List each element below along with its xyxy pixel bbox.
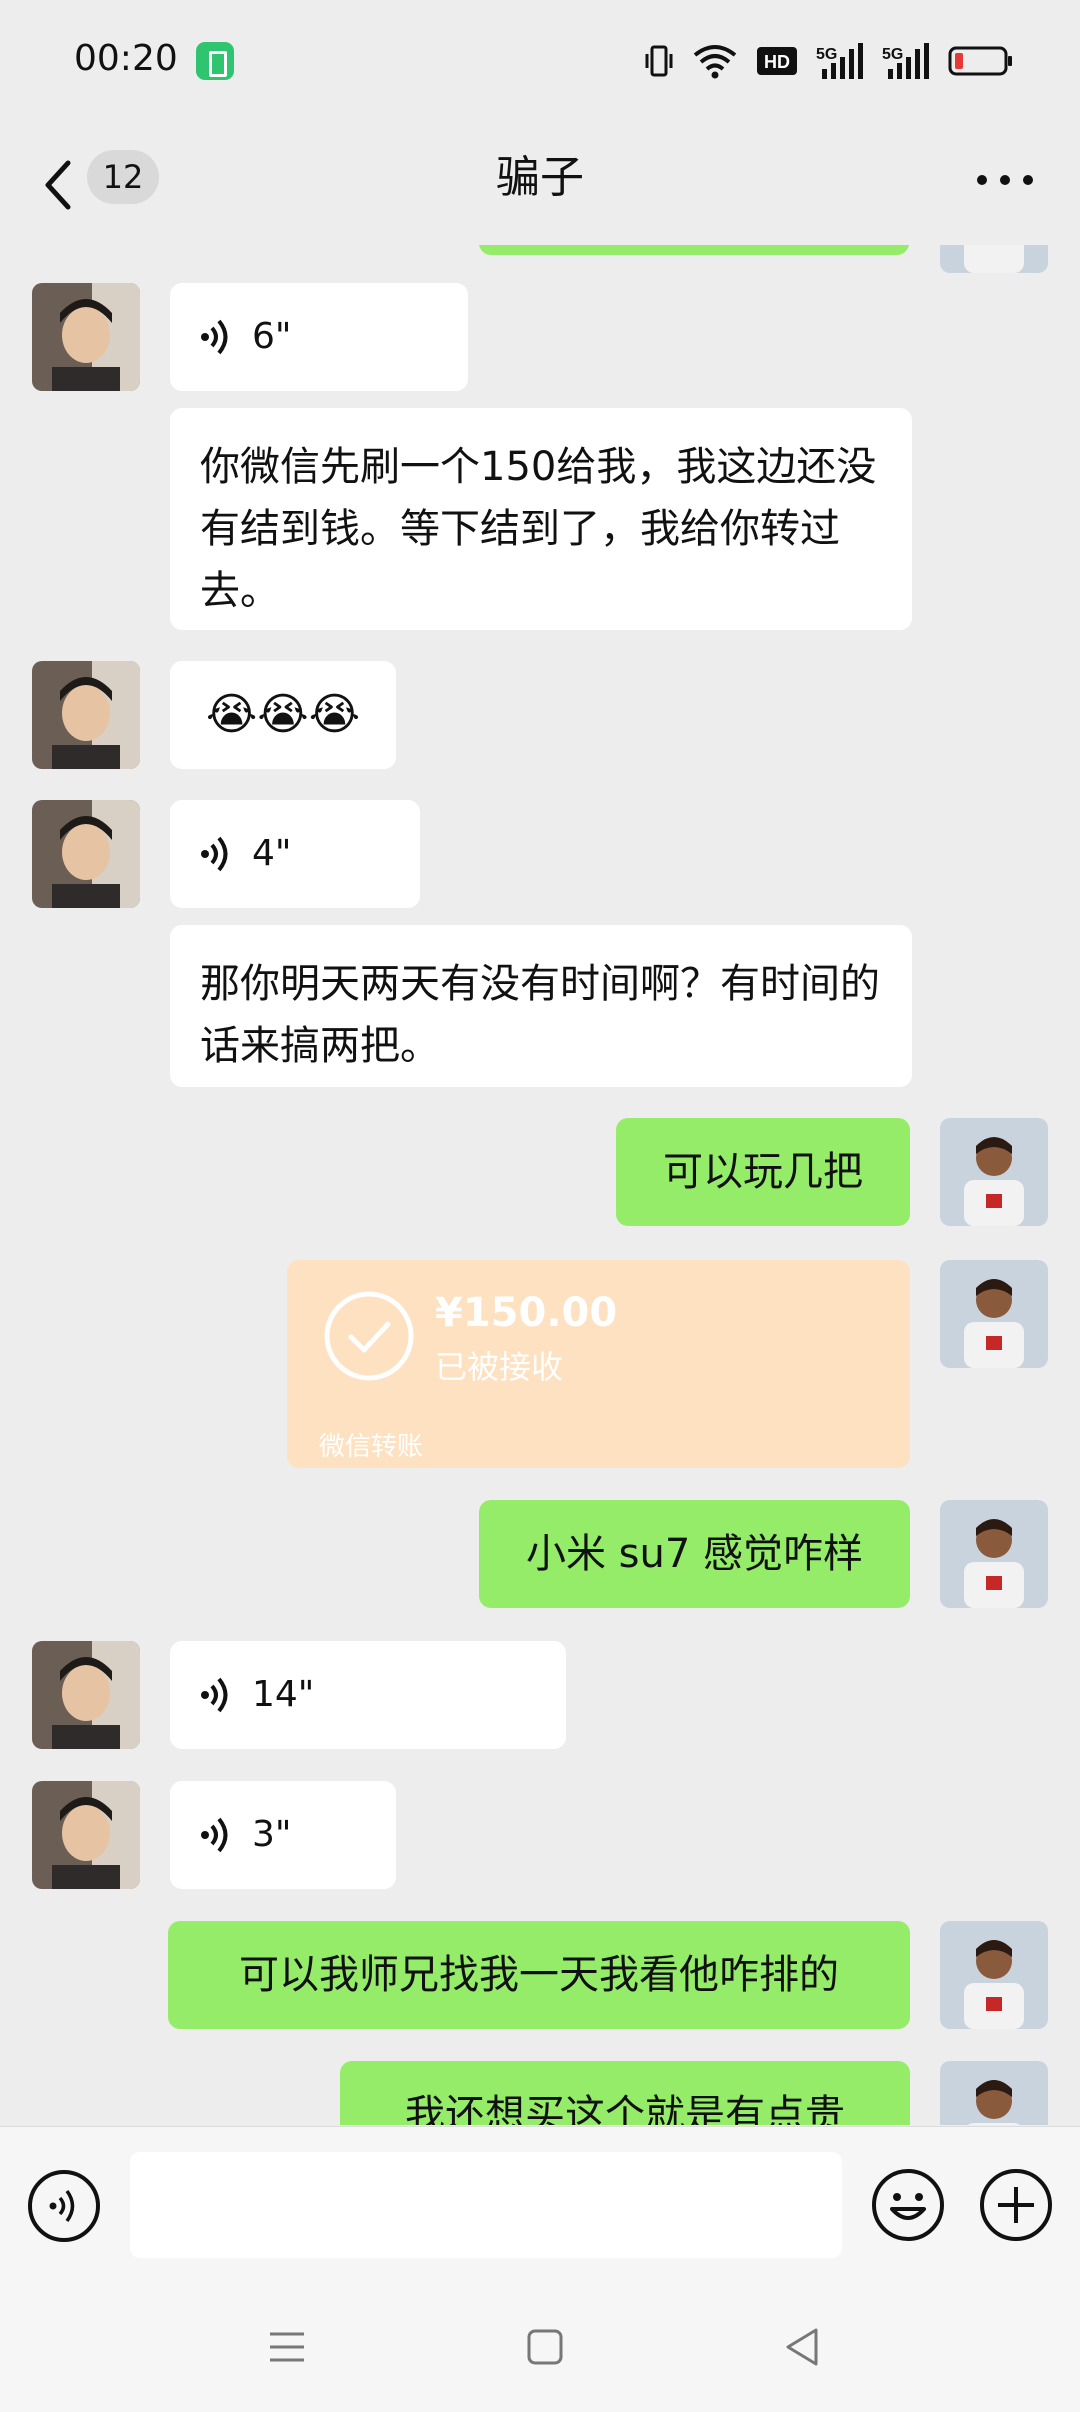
contact-avatar[interactable]: [32, 1781, 140, 1889]
system-nav-bar: [0, 2282, 1080, 2412]
more-options-icon[interactable]: [970, 160, 1040, 200]
voice-message[interactable]: 3": [170, 1781, 396, 1889]
transfer-status: 已被接收: [435, 1348, 564, 1386]
my-avatar[interactable]: [940, 2061, 1048, 2125]
voice-duration: 3": [252, 1814, 292, 1855]
hd-icon: HD: [757, 47, 797, 75]
emoji-message[interactable]: 😭😭😭: [170, 661, 396, 769]
voice-input-icon[interactable]: [27, 2169, 101, 2243]
text-message-sent[interactable]: 小米 su7 感觉咋样: [479, 1500, 910, 1608]
my-avatar[interactable]: [940, 1500, 1048, 1608]
received-check-icon: [324, 1291, 414, 1381]
text-message-sent[interactable]: 可以玩几把: [616, 1118, 910, 1226]
voice-wave-icon: [201, 319, 228, 355]
5g-signal-icon: 5G: [816, 43, 863, 79]
message-text: 小米 su7 感觉咋样: [525, 1531, 864, 1577]
text-message[interactable]: 那你明天两天有没有时间啊？有时间的话来搞两把。: [170, 925, 912, 1087]
network-label: 5G: [816, 46, 837, 63]
voice-wave-icon: [201, 1677, 228, 1713]
voice-duration: 6": [252, 316, 292, 357]
emoji-text: 😭😭😭: [205, 689, 361, 740]
transfer-footer: 微信转账: [319, 1432, 424, 1462]
vibrate-icon: [645, 45, 673, 77]
emoji-icon[interactable]: [870, 2167, 946, 2243]
voice-duration: 14": [252, 1674, 315, 1715]
contact-avatar[interactable]: [32, 283, 140, 391]
chat-title: 骗子: [496, 152, 584, 203]
contact-avatar[interactable]: [32, 800, 140, 908]
text-message-sent[interactable]: 我还想买这个就是有点贵: [340, 2061, 910, 2125]
text-message[interactable]: 你微信先刷一个150给我，我这边还没有结到钱。等下结到了，我给你转过去。: [170, 408, 912, 630]
my-avatar[interactable]: [940, 1260, 1048, 1368]
message-list[interactable]: 6" 你微信先刷一个150给我，我这边还没有结到钱。等下结到了，我给你转过去。 …: [0, 245, 1080, 2125]
voice-message[interactable]: 6": [170, 283, 468, 391]
voice-wave-icon: [201, 1817, 228, 1853]
input-bar: [0, 2126, 1080, 2282]
message-input[interactable]: [130, 2152, 842, 2258]
wifi-icon: [693, 45, 737, 79]
my-avatar[interactable]: [940, 1118, 1048, 1226]
message-text: 我还想买这个就是有点贵: [405, 2092, 845, 2125]
my-avatar[interactable]: [940, 1921, 1048, 2029]
voice-wave-icon: [201, 836, 228, 872]
back-nav-icon[interactable]: [778, 2322, 828, 2372]
voice-duration: 4": [252, 833, 292, 874]
home-icon[interactable]: [520, 2322, 570, 2372]
previous-message-bubble[interactable]: [479, 245, 909, 255]
text-message-sent[interactable]: 可以我师兄找我一天我看他咋排的: [168, 1921, 910, 2029]
contact-avatar[interactable]: [32, 661, 140, 769]
status-time: 00:20: [74, 38, 178, 79]
status-icons: HD 5G 5G: [644, 40, 1014, 82]
voice-message[interactable]: 4": [170, 800, 420, 908]
transfer-card[interactable]: ¥150.00 已被接收 微信转账: [287, 1260, 910, 1468]
plus-icon[interactable]: [978, 2167, 1054, 2243]
contact-avatar[interactable]: [32, 1641, 140, 1749]
voice-message[interactable]: 14": [170, 1641, 566, 1749]
menu-icon[interactable]: [262, 2322, 312, 2372]
message-text: 可以玩几把: [663, 1149, 863, 1195]
my-avatar[interactable]: [940, 245, 1048, 273]
hd-label: HD: [764, 52, 790, 72]
status-bar: 00:20 HD 5G 5G: [0, 0, 1080, 125]
battery-low-icon: [948, 46, 1012, 76]
5g-signal-icon: 5G: [882, 43, 929, 79]
battery-saver-icon: [196, 42, 234, 80]
transfer-amount: ¥150.00: [435, 1290, 618, 1336]
network-label: 5G: [882, 46, 903, 63]
message-text: 可以我师兄找我一天我看他咋排的: [239, 1952, 839, 1998]
